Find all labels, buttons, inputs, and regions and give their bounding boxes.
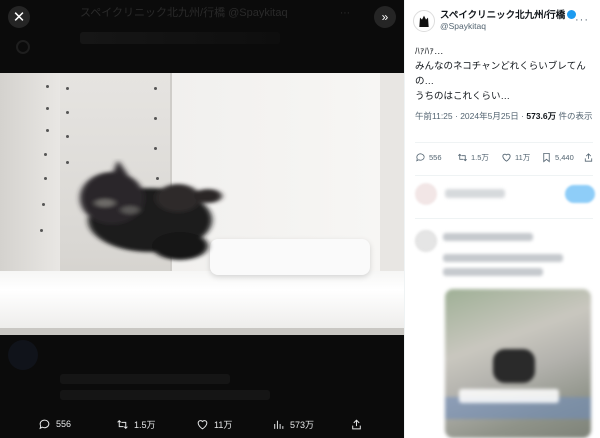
shelf-hole	[66, 87, 69, 90]
white-cloth	[210, 239, 370, 275]
view-count: 573万	[290, 419, 315, 430]
analytics-icon	[274, 420, 284, 429]
tweet-panel: スペイクリニック北九州/行橋 @Spaykitaq ··· ﾊｧﾊｧ… みんなの…	[404, 0, 600, 438]
divider	[415, 142, 593, 143]
author-names: スペイクリニック北九州/行橋 @Spaykitaq	[440, 10, 577, 32]
shelf-hole	[46, 107, 49, 110]
heart-icon	[197, 419, 208, 429]
like-count: 11万	[214, 419, 233, 430]
bookmark-icon	[543, 152, 550, 163]
shelf-hole	[44, 177, 47, 180]
blurred-header-line	[80, 32, 280, 44]
reply-icon	[416, 153, 425, 162]
tweet-author[interactable]: スペイクリニック北九州/行橋 @Spaykitaq ···	[413, 8, 593, 34]
image-dark-subject	[493, 349, 535, 383]
reply-count: 556	[429, 153, 442, 162]
shelf-hole	[44, 153, 47, 156]
share-button[interactable]	[583, 152, 594, 163]
expand-panel-button[interactable]: »	[374, 6, 396, 28]
image-caption-box	[459, 389, 559, 403]
media-viewer: スペイクリニック北九州/行橋 @Spaykitaq ⋯ ✕ » 556 1.5万…	[0, 0, 404, 438]
media-image[interactable]	[0, 73, 404, 335]
divider	[415, 175, 593, 176]
retweet-count: 1.5万	[134, 419, 156, 430]
blurred-header-text: スペイクリニック北九州/行橋 @Spaykitaq	[80, 7, 288, 18]
divider	[415, 218, 593, 219]
blurred-cat	[80, 160, 222, 260]
views-suffix: 件の表示	[556, 111, 593, 121]
shelf-floor	[0, 271, 404, 335]
retweet-count: 1.5万	[471, 153, 489, 162]
shelf-hole	[42, 203, 45, 206]
tweet-timestamp[interactable]: 午前11:25 · 2024年5月25日 ·	[415, 111, 526, 121]
cat-logo-icon	[419, 15, 429, 27]
comment-text-line	[443, 254, 563, 262]
share-icon	[352, 418, 361, 429]
reply-action[interactable]: 556	[38, 418, 71, 431]
avatar[interactable]	[413, 10, 435, 32]
comment-text-line	[443, 268, 543, 276]
shelf-hole	[154, 147, 157, 150]
composer-avatar	[415, 183, 437, 205]
blurred-header-right: ⋯	[340, 8, 350, 19]
bookmark-button[interactable]: 5,440	[541, 152, 574, 163]
blurred-avatar-icon	[16, 40, 30, 54]
like-action[interactable]: 11万	[196, 418, 232, 431]
tweet-actions: 556 1.5万 11万 5,440	[415, 152, 595, 168]
retweet-button[interactable]: 1.5万	[457, 152, 489, 163]
blurred-reply-line	[60, 390, 270, 400]
shelf-hole	[46, 85, 49, 88]
comment-author-line	[443, 233, 533, 241]
retweet-icon	[458, 153, 467, 162]
tweet-meta: 午前11:25 · 2024年5月25日 · 573.6万 件の表示	[415, 110, 595, 123]
reply-icon	[39, 419, 50, 429]
tweet-text: ﾊｧﾊｧ… みんなのネコチャンどれくらいブレてんの… うちのはこれくらい…	[415, 46, 586, 102]
blurred-reply-line	[60, 374, 230, 384]
comment-avatar[interactable]	[415, 230, 437, 252]
share-icon	[584, 153, 593, 162]
display-name: スペイクリニック北九州/行橋	[440, 10, 566, 22]
retweet-action[interactable]: 1.5万	[116, 418, 156, 431]
reply-count: 556	[56, 419, 72, 429]
shelf-hole	[46, 129, 49, 132]
reply-composer[interactable]	[415, 183, 595, 207]
views-action[interactable]: 573万	[272, 418, 314, 431]
shelf-hole	[154, 117, 157, 120]
views-value: 573.6万	[526, 111, 557, 121]
bookmark-count: 5,440	[555, 153, 574, 162]
comment-image[interactable]	[445, 289, 591, 438]
more-options-icon[interactable]: ···	[575, 14, 589, 26]
shelf-hole	[66, 111, 69, 114]
shelf-edge	[0, 328, 404, 335]
reply-button[interactable]: 556	[415, 152, 442, 163]
reply-submit-button[interactable]	[565, 185, 595, 203]
blurred-reply-avatar	[8, 340, 38, 370]
close-button[interactable]: ✕	[8, 6, 30, 28]
like-count: 11万	[515, 153, 531, 162]
retweet-icon	[117, 419, 128, 429]
shelf-hole	[154, 87, 157, 90]
shelf-hole	[40, 229, 43, 232]
composer-placeholder[interactable]	[445, 189, 505, 198]
share-action[interactable]	[350, 418, 363, 431]
author-handle: @Spaykitaq	[440, 21, 486, 32]
shelf-hole	[66, 135, 69, 138]
media-action-bar: 556 1.5万 11万 573万	[0, 410, 404, 438]
like-button[interactable]: 11万	[501, 152, 530, 163]
heart-icon	[502, 153, 511, 162]
